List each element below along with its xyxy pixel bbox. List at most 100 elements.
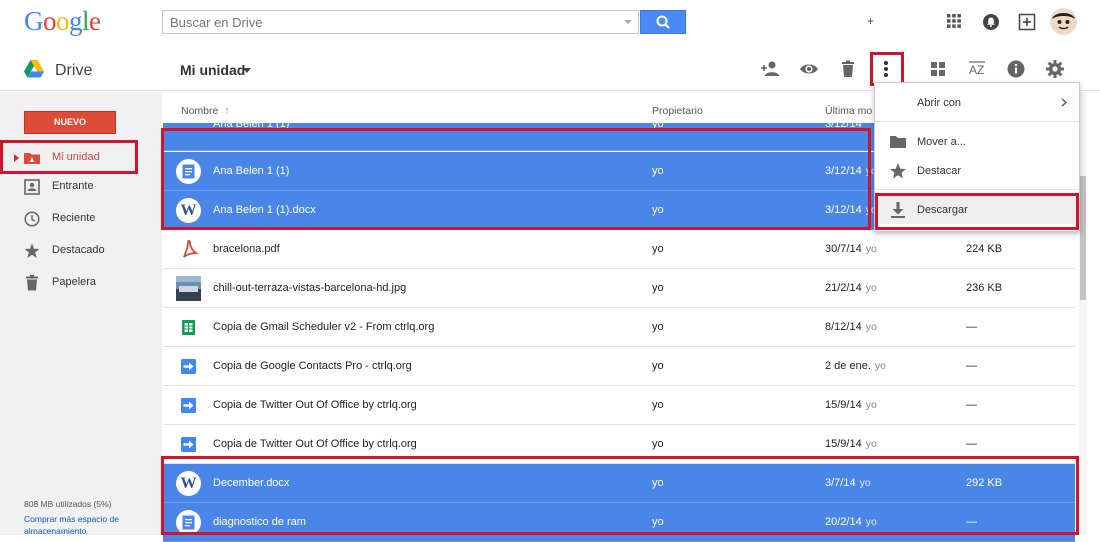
buy-storage-link[interactable]: Comprar más espacio de almacenamiento — [24, 513, 144, 537]
file-modified: 3/12/14 — [825, 123, 862, 130]
table-row[interactable]: Copia de Twitter Out Of Office by ctrlq.… — [163, 425, 1075, 464]
grid-view-button[interactable] — [927, 58, 949, 80]
search-icon — [656, 15, 670, 29]
more-actions-button[interactable] — [875, 58, 897, 80]
sidebar-item-label: Papelera — [52, 276, 97, 288]
file-owner: yo — [652, 321, 664, 333]
column-header-modified[interactable]: Última mo — [825, 105, 872, 117]
avatar[interactable] — [1050, 8, 1077, 38]
apps-grid-icon[interactable] — [946, 13, 962, 32]
table-row[interactable]: Copia de Twitter Out Of Office by ctrlq.… — [163, 386, 1075, 425]
file-owner: yo — [652, 399, 664, 411]
column-header-name[interactable]: Nombre ↑ — [181, 105, 230, 117]
file-owner: yo — [652, 516, 664, 528]
modified-date: 21/2/14 — [825, 282, 862, 294]
menu-move-to[interactable]: Mover a... — [875, 128, 1079, 156]
file-modified: 2 de ene. yo — [825, 360, 886, 372]
share-add-icon[interactable] — [1018, 13, 1036, 34]
search-box[interactable] — [162, 10, 639, 34]
table-row[interactable]: diagnostico de ram yo 20/2/14 yo — — [163, 503, 1075, 542]
search-options-caret-icon[interactable] — [624, 20, 632, 24]
file-name[interactable]: Copia de Twitter Out Of Office by ctrlq.… — [213, 399, 417, 411]
file-name[interactable]: chill-out-terraza-vistas-barcelona-hd.jp… — [213, 282, 406, 294]
logo-letter: G — [24, 6, 44, 36]
google-logo[interactable]: Google — [24, 6, 101, 37]
delete-button[interactable] — [837, 58, 859, 80]
file-size: — — [966, 321, 977, 333]
sidebar-item-my-drive[interactable]: Mi unidad — [0, 143, 162, 173]
table-row[interactable]: chill-out-terraza-vistas-barcelona-hd.jp… — [163, 269, 1075, 308]
file-modified: 30/7/14 yo — [825, 243, 877, 255]
file-name[interactable]: Copia de Twitter Out Of Office by ctrlq.… — [213, 438, 417, 450]
file-size: 224 KB — [966, 243, 1003, 255]
scrollbar-track[interactable] — [1079, 92, 1087, 535]
new-button[interactable]: NUEVO — [24, 111, 116, 134]
file-size: 236 KB — [966, 282, 1003, 294]
file-owner: yo — [652, 360, 664, 372]
sidebar-item-trash[interactable]: Papelera — [0, 268, 162, 298]
expand-arrow-icon[interactable] — [14, 154, 19, 162]
file-name[interactable]: Ana Belen 1 (1) — [213, 165, 289, 177]
logo-letter: g — [69, 6, 83, 36]
drive-logo-icon[interactable] — [24, 60, 44, 81]
app-name[interactable]: Drive — [55, 62, 92, 80]
share-user-button[interactable] — [760, 58, 782, 80]
preview-button[interactable] — [798, 58, 820, 80]
column-header-owner[interactable]: Propietario — [652, 105, 703, 117]
details-button[interactable] — [1005, 58, 1027, 80]
table-row[interactable]: bracelona.pdf yo 30/7/14 yo 224 KB — [163, 230, 1075, 269]
info-icon — [1007, 60, 1025, 78]
file-modified: 3/12/14 yo — [825, 165, 877, 177]
modified-date: 3/12/14 — [825, 204, 862, 216]
plus-link[interactable]: + — [867, 14, 874, 28]
file-owner: yo — [652, 477, 664, 489]
file-name[interactable]: Ana Belen 1 (1).docx — [213, 204, 316, 216]
settings-button[interactable] — [1044, 58, 1066, 80]
file-name[interactable]: Copia de Google Contacts Pro - ctrlq.org — [213, 360, 412, 372]
modified-date: 20/2/14 — [825, 516, 862, 528]
folder-menu-caret-icon[interactable] — [243, 68, 251, 73]
search-button[interactable] — [640, 10, 686, 34]
table-row[interactable]: W December.docx yo 3/7/14 yo 292 KB — [163, 464, 1075, 503]
file-modified: 15/9/14 yo — [825, 399, 877, 411]
sidebar-item-incoming[interactable]: Entrante — [0, 172, 162, 202]
eye-icon — [800, 64, 818, 74]
trash-icon — [26, 275, 38, 291]
file-modified: 20/2/14 yo — [825, 516, 877, 528]
table-row[interactable]: Copia de Google Contacts Pro - ctrlq.org… — [163, 347, 1075, 386]
doc-icon — [176, 510, 201, 535]
sidebar-item-recent[interactable]: Reciente — [0, 204, 162, 234]
file-name[interactable]: Copia de Gmail Scheduler v2 - From ctrlq… — [213, 321, 434, 333]
word-icon: W — [176, 198, 201, 223]
svg-text:AZ: AZ — [969, 63, 984, 77]
star-icon — [24, 243, 40, 258]
file-name[interactable]: diagnostico de ram — [213, 516, 306, 528]
file-name[interactable]: Ana Belen 1 (1) — [213, 123, 289, 130]
logo-letter: o — [56, 6, 70, 36]
trash-icon — [842, 60, 854, 77]
menu-download[interactable]: Descargar — [875, 196, 1079, 224]
menu-open-with[interactable]: Abrir con — [875, 89, 1079, 117]
more-vert-icon — [884, 61, 888, 77]
modified-by: yo — [865, 438, 877, 450]
sort-button[interactable]: AZ — [966, 58, 988, 80]
file-size: — — [966, 516, 977, 528]
notifications-icon[interactable] — [982, 13, 1000, 34]
actions-menu: Abrir con Mover a... Destacar Descargar — [874, 82, 1080, 232]
file-size: 292 KB — [966, 477, 1003, 489]
sidebar-item-starred[interactable]: Destacado — [0, 236, 162, 266]
chevron-right-icon — [1061, 98, 1067, 107]
sidebar-item-label: Mi unidad — [52, 151, 100, 163]
file-modified: 3/7/14 yo — [825, 477, 871, 489]
menu-divider — [875, 189, 1079, 190]
modified-date: 30/7/14 — [825, 243, 862, 255]
file-size: — — [966, 360, 977, 372]
file-name[interactable]: bracelona.pdf — [213, 243, 280, 255]
table-row[interactable]: Copia de Gmail Scheduler v2 - From ctrlq… — [163, 308, 1075, 347]
folder-title[interactable]: Mi unidad — [180, 62, 245, 78]
search-input[interactable] — [163, 11, 603, 33]
menu-star[interactable]: Destacar — [875, 157, 1079, 185]
scrollbar-thumb[interactable] — [1080, 176, 1086, 300]
file-name[interactable]: December.docx — [213, 477, 289, 489]
star-icon — [890, 163, 906, 179]
